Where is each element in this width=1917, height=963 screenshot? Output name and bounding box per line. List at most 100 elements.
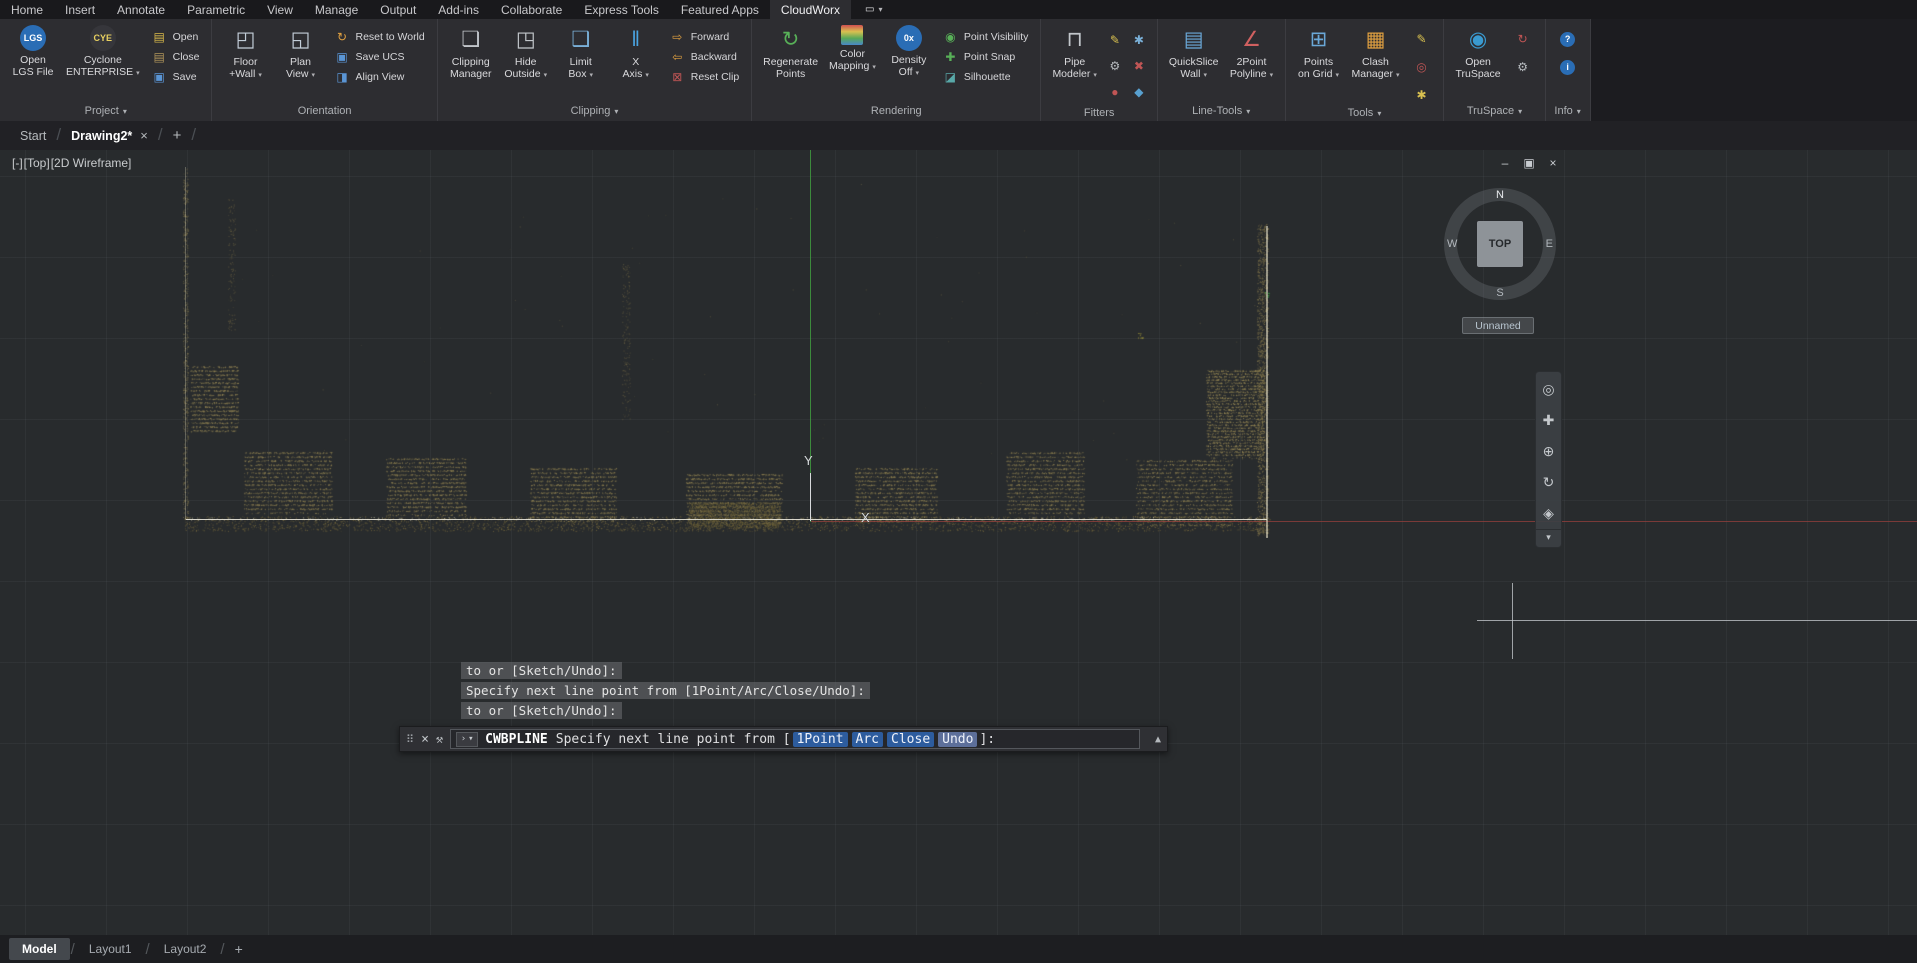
navbar-button[interactable]: ▾ [1536,529,1561,545]
menu-tab-parametric[interactable]: Parametric [176,0,256,19]
ribbon-button-tool-points[interactable]: ✱ [1411,85,1431,105]
panel-label-orientation[interactable]: Orientation [212,101,436,121]
navbar-button[interactable]: ⊕ [1536,436,1561,467]
navbar-button[interactable]: ◎ [1536,374,1561,405]
compass-north-label[interactable]: N [1496,189,1504,201]
navbar-button[interactable]: ↻ [1536,467,1561,498]
ribbon-button-pipe-delete[interactable]: ✖ [1129,56,1149,76]
ribbon-button-quickslice-wall[interactable]: ▤QuickSlice Wall▾ [1165,22,1223,82]
command-option-close[interactable]: Close [887,732,934,747]
ribbon-button-clipping-manager[interactable]: ❏Clipping Manager [445,22,497,80]
ribbon-button-density-off[interactable]: 0xDensity Off▾ [883,22,935,80]
layout-tab-layout1[interactable]: Layout1 [76,938,145,960]
file-tab-start[interactable]: Start [10,121,56,150]
menu-tab-add-ins[interactable]: Add-ins [427,0,490,19]
panel-label-info[interactable]: Info▾ [1546,101,1590,121]
ribbon-button-tool-target[interactable]: ◎ [1411,57,1431,77]
file-tab-drawing2[interactable]: Drawing2*× [61,121,158,150]
ribbon-button-cyclone-enterprise[interactable]: CYECyclone ENTERPRISE▾ [62,22,144,80]
ribbon-button-truspace-refresh[interactable]: ↻ [1513,29,1533,49]
ribbon-button-open-truspace[interactable]: ◉Open TruSpace [1451,22,1504,80]
ribbon-button-silhouette[interactable]: ◪Silhouette [938,68,1034,86]
command-history-toggle-icon[interactable]: ▲ [1155,734,1161,745]
ribbon-button-forward[interactable]: ⇨Forward [665,28,744,46]
menu-tab-view[interactable]: View [256,0,304,19]
ucs-name-badge[interactable]: Unnamed [1462,317,1534,334]
ribbon-button-pipe-settings[interactable]: ⚙ [1105,56,1125,76]
viewport-controls-menu[interactable]: [-] [12,156,23,170]
ribbon-button-open[interactable]: ▤Open [147,28,205,46]
viewport-visual-style-control[interactable]: [2D Wireframe] [51,156,132,170]
menu-tab-output[interactable]: Output [369,0,427,19]
ribbon-button-close[interactable]: ▤Close [147,48,205,66]
panel-label-project[interactable]: Project▾ [0,101,211,121]
panel-label-fitters[interactable]: Fitters [1041,104,1156,121]
ribbon-button-pipe-apply[interactable]: ◆ [1129,82,1149,102]
viewport-view-control[interactable]: [Top] [24,156,50,170]
panel-label-tools[interactable]: Tools▾ [1286,105,1444,121]
ribbon-display-toggle[interactable]: ▭ ▾ [856,0,891,19]
ribbon-button-about[interactable]: i [1558,57,1578,77]
navbar-button[interactable]: ✚ [1536,405,1561,436]
ribbon-button-reset-clip[interactable]: ⊠Reset Clip [665,68,744,86]
command-option-arc[interactable]: Arc [852,732,883,747]
ribbon-button-open-lgs-file[interactable]: LGSOpen LGS File [7,22,59,78]
ribbon-button-regenerate-points[interactable]: ↻Regenerate Points [759,22,822,80]
ribbon-button-help[interactable]: ? [1558,29,1578,49]
ribbon-button-floor-wall[interactable]: ◰Floor +Wall▾ [219,22,271,82]
customize-wrench-icon[interactable]: ⚒ [436,732,443,746]
menu-tab-manage[interactable]: Manage [304,0,369,19]
menu-tab-express-tools[interactable]: Express Tools [573,0,669,19]
layout-tab-layout2[interactable]: Layout2 [151,938,220,960]
command-option-1point[interactable]: 1Point [793,732,848,747]
ribbon-button-truspace-settings[interactable]: ⚙ [1513,57,1533,77]
command-line-bar[interactable]: ⠿ × ⚒ › ▾ CWBPLINE Specify next line poi… [399,726,1168,752]
ribbon-button-pipe-point[interactable]: ● [1105,82,1125,102]
viewport-minimize-button[interactable]: – [1498,156,1512,170]
viewport[interactable] [0,150,1917,935]
menu-tab-featured-apps[interactable]: Featured Apps [670,0,770,19]
command-bar-close-icon[interactable]: × [421,732,429,747]
ribbon-button-reset-to-world[interactable]: ↻Reset to World [329,28,429,46]
panel-label-rendering[interactable]: Rendering [752,101,1040,121]
menu-tab-insert[interactable]: Insert [54,0,106,19]
ribbon-button-pipe-extract[interactable]: ✱ [1129,30,1149,50]
ribbon-button-plan-view[interactable]: ◱Plan View▾ [274,22,326,82]
menu-tab-cloudworx[interactable]: CloudWorx [770,0,851,19]
menu-tab-annotate[interactable]: Annotate [106,0,176,19]
ribbon-button-tool-markup[interactable]: ✎ [1411,29,1431,49]
ribbon-button-backward[interactable]: ⇦Backward [665,48,744,66]
command-input[interactable]: › ▾ CWBPLINE Specify next line point fro… [450,729,1140,749]
viewport-close-button[interactable]: × [1546,156,1560,170]
ribbon-button-points-on-grid[interactable]: ⊞Points on Grid▾ [1293,22,1345,82]
ribbon-button-2point-polyline[interactable]: ∠2Point Polyline▾ [1226,22,1278,82]
ribbon-button-point-snap[interactable]: ✚Point Snap [938,48,1034,66]
viewcube-top-face[interactable]: TOP [1477,221,1523,267]
panel-label-clipping[interactable]: Clipping▾ [438,101,751,121]
ribbon-button-clash-manager[interactable]: ▦Clash Manager▾ [1348,22,1404,82]
panel-label-truspace[interactable]: TruSpace▾ [1444,101,1544,121]
compass-east-label[interactable]: E [1546,238,1553,250]
ribbon-button-save-ucs[interactable]: ▣Save UCS [329,48,429,66]
new-layout-button[interactable]: + [226,941,252,957]
viewport-restore-button[interactable]: ▣ [1522,156,1536,170]
command-option-undo[interactable]: Undo [938,732,977,747]
file-tab-close-icon[interactable]: × [140,128,148,143]
menu-tab-home[interactable]: Home [0,0,54,19]
navbar-button[interactable]: ◈ [1536,498,1561,529]
ribbon-button-pipe-edit[interactable]: ✎ [1105,30,1125,50]
recent-commands-button[interactable]: › ▾ [456,732,478,747]
ribbon-button-hide-outside[interactable]: ◳Hide Outside▾ [500,22,552,82]
ribbon-button-point-visibility[interactable]: ◉Point Visibility [938,28,1034,46]
ribbon-button-x-axis[interactable]: ‖X Axis▾ [610,22,662,82]
ribbon-button-save[interactable]: ▣Save [147,68,205,86]
menu-tab-collaborate[interactable]: Collaborate [490,0,573,19]
ribbon-button-pipe-modeler[interactable]: ⊓Pipe Modeler▾ [1048,22,1100,82]
ribbon-button-align-view[interactable]: ◨Align View [329,68,429,86]
new-drawing-tab-button[interactable]: + [163,127,192,144]
ribbon-button-color-mapping[interactable]: Color Mapping▾ [825,22,880,74]
compass-west-label[interactable]: W [1447,238,1457,250]
ribbon-button-limit-box[interactable]: ❑Limit Box▾ [555,22,607,82]
compass-south-label[interactable]: S [1496,287,1503,299]
view-compass[interactable]: N S W E TOP [1444,188,1556,300]
